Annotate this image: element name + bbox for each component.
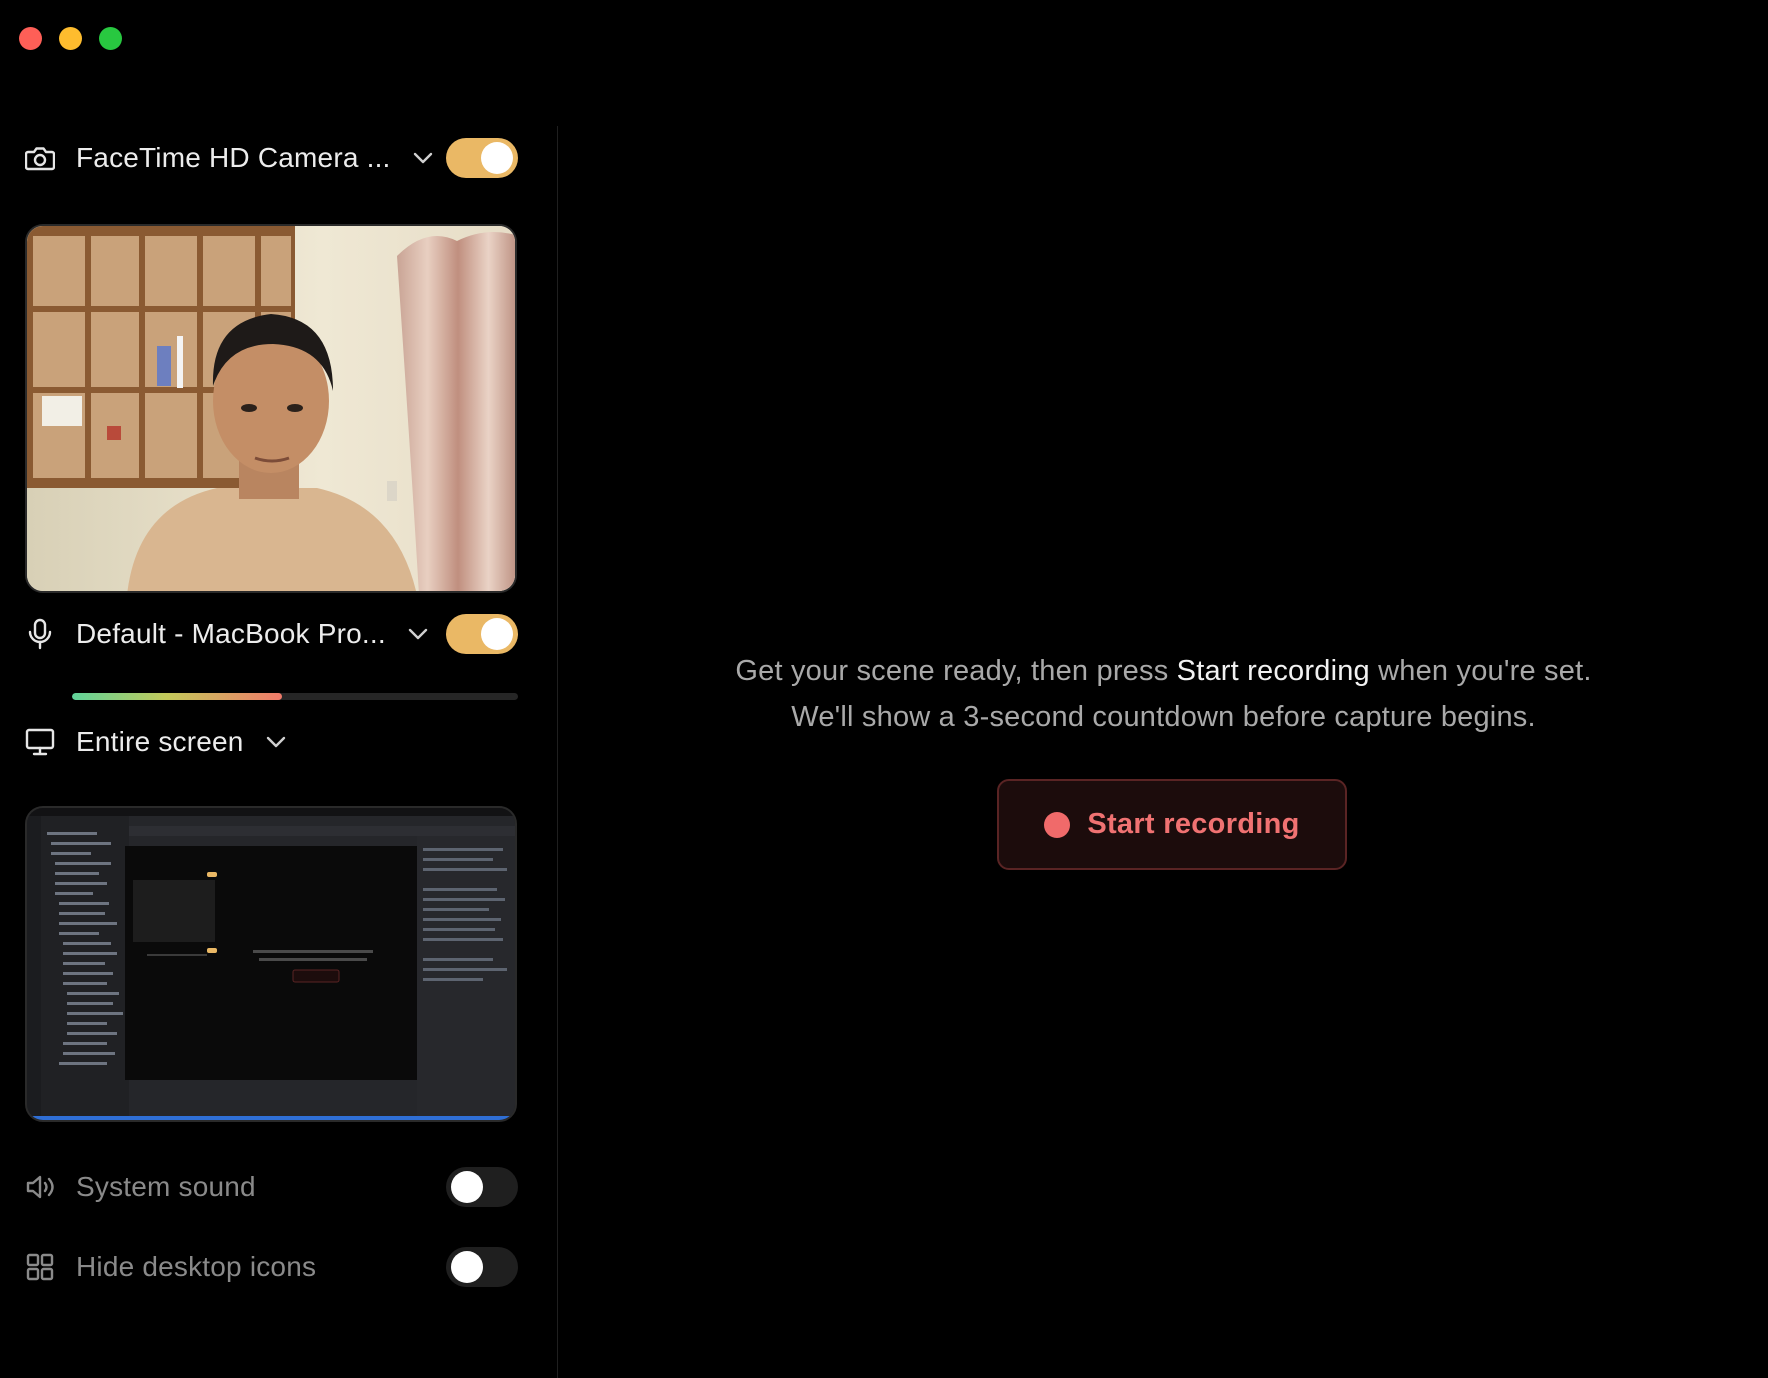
close-window-button[interactable] [19, 27, 42, 50]
microphone-device-label: Default - MacBook Pro... [76, 618, 386, 649]
speaker-icon [25, 1172, 55, 1202]
microphone-icon [25, 618, 55, 650]
start-recording-button[interactable]: Start recording [997, 779, 1347, 870]
instructions-line-2: We'll show a 3-second countdown before c… [791, 701, 1536, 733]
recording-stage: Get your scene ready, then press Start r… [559, 0, 1768, 1378]
maximize-window-button[interactable] [99, 27, 122, 50]
microphone-dropdown-chevron-icon[interactable] [408, 624, 428, 644]
camera-dropdown-chevron-icon[interactable] [413, 148, 433, 168]
system-sound-toggle[interactable] [446, 1167, 518, 1207]
instructions-line-1-highlight: Start recording [1176, 655, 1370, 687]
camera-device-label: FaceTime HD Camera ... [76, 142, 391, 173]
window-controls [19, 27, 122, 50]
instructions-line-1: Get your scene ready, then press Start r… [559, 648, 1768, 694]
microphone-toggle[interactable] [446, 614, 518, 654]
screen-preview [25, 806, 517, 1122]
hide-desktop-icons-toggle[interactable] [446, 1247, 518, 1287]
camera-icon [25, 143, 55, 173]
start-recording-label: Start recording [1087, 808, 1300, 840]
camera-preview [25, 224, 517, 593]
hide-desktop-icons-label: Hide desktop icons [76, 1251, 317, 1282]
camera-toggle[interactable] [446, 138, 518, 178]
sources-sidebar: FaceTime HD Camera ... Default - MacBook… [0, 126, 558, 1378]
system-sound-label: System sound [76, 1171, 256, 1202]
camera-source-row: FaceTime HD Camera ... [25, 136, 518, 180]
grid-icon [25, 1252, 55, 1282]
recorder-window: FaceTime HD Camera ... Default - MacBook… [0, 0, 1768, 1378]
screen-dropdown-chevron-icon[interactable] [266, 732, 286, 752]
microphone-level-fill [72, 693, 282, 700]
screen-source-row: Entire screen [25, 720, 518, 764]
system-sound-row: System sound [25, 1165, 518, 1209]
screen-source-label: Entire screen [76, 726, 244, 757]
instructions-text: Get your scene ready, then press Start r… [559, 648, 1768, 740]
microphone-source-row: Default - MacBook Pro... [25, 612, 518, 656]
instructions-line-1-pre: Get your scene ready, then press [735, 655, 1177, 687]
monitor-icon [25, 727, 55, 757]
hide-desktop-icons-row: Hide desktop icons [25, 1245, 518, 1289]
record-dot-icon [1044, 811, 1071, 838]
instructions-line-1-post: when you're set. [1369, 655, 1592, 687]
microphone-level-meter [72, 693, 518, 700]
minimize-window-button[interactable] [59, 27, 82, 50]
